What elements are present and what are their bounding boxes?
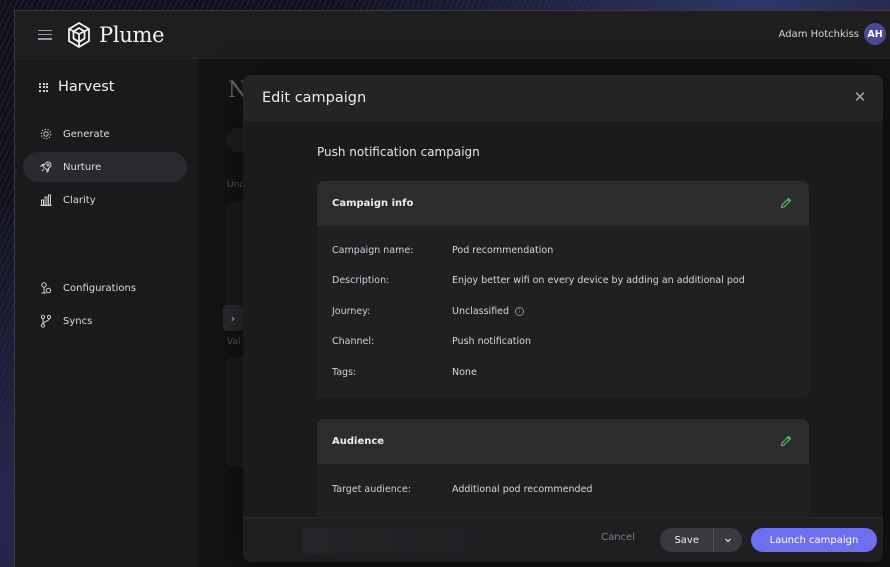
sidebar-item-label: Generate	[63, 128, 110, 140]
save-options-button[interactable]	[714, 528, 742, 552]
background-section-label: Val	[227, 337, 241, 347]
sidebar: Harvest Generate Nurture Clarity Configu…	[15, 59, 198, 567]
card-header: Campaign info	[317, 181, 809, 226]
top-bar: Plume Adam Hotchkiss AH	[15, 11, 890, 59]
product-switcher[interactable]: Harvest	[39, 79, 115, 95]
audience-card: Audience Target audience: Additional pod…	[317, 419, 809, 517]
row-key: Journey:	[332, 306, 371, 317]
sidebar-item-syncs[interactable]: Syncs	[23, 306, 187, 336]
row-value: Pod recommendation	[452, 245, 554, 256]
row-value: Unclassified	[452, 306, 510, 317]
menu-icon[interactable]	[38, 29, 52, 40]
info-row: Tags: None	[332, 367, 477, 378]
section-heading: Push notification campaign	[317, 145, 480, 159]
chevron-down-icon	[725, 538, 731, 543]
footer-blur	[303, 528, 503, 553]
sidebar-item-label: Nurture	[63, 161, 102, 173]
save-split-button: Save	[660, 528, 742, 552]
row-key: Channel:	[332, 336, 375, 347]
cancel-button[interactable]: Cancel	[601, 532, 635, 543]
info-icon[interactable]: i	[515, 307, 525, 316]
launch-campaign-button[interactable]: Launch campaign	[751, 528, 877, 552]
user-name: Adam Hotchkiss	[778, 28, 859, 40]
row-key: Description:	[332, 275, 390, 286]
info-row: Description: Enjoy better wifi on every …	[332, 275, 745, 286]
row-value: Additional pod recommended	[452, 484, 593, 495]
sidebar-item-clarity[interactable]: Clarity	[23, 185, 187, 215]
row-value: Enjoy better wifi on every device by add…	[452, 275, 745, 286]
product-name: Harvest	[58, 79, 115, 95]
chevron-right-icon: ›	[230, 311, 236, 325]
background-section-label: Unc	[227, 180, 245, 190]
sidebar-item-configurations[interactable]: Configurations	[23, 273, 187, 303]
generate-icon	[39, 127, 53, 141]
sidebar-item-label: Clarity	[63, 194, 96, 206]
info-row: Journey: Unclassified i	[332, 306, 525, 317]
info-row: Channel: Push notification	[332, 336, 531, 347]
branch-icon	[39, 314, 53, 328]
campaign-info-card: Campaign info Campaign name: Pod recomme…	[317, 181, 809, 398]
sidebar-item-label: Syncs	[63, 315, 93, 327]
bar-chart-icon	[39, 193, 53, 207]
plume-logo-icon	[68, 21, 90, 48]
row-value: Push notification	[452, 336, 531, 347]
row-key: Campaign name:	[332, 245, 414, 256]
save-button[interactable]: Save	[660, 528, 713, 552]
rocket-icon	[39, 160, 53, 174]
card-header: Audience	[317, 419, 809, 464]
dialog-footer: Cancel Save Launch campaign	[243, 517, 883, 562]
info-row: Target audience: Additional pod recommen…	[332, 484, 592, 495]
row-value-wrap: Unclassified i	[452, 306, 525, 317]
sidebar-item-nurture[interactable]: Nurture	[23, 152, 187, 182]
close-icon[interactable]: ✕	[851, 88, 869, 106]
dialog-header: Edit campaign ✕	[243, 75, 883, 121]
sidebar-item-label: Configurations	[63, 282, 137, 294]
avatar[interactable]: AH	[864, 23, 886, 45]
card-title: Audience	[332, 436, 385, 447]
dialog-body[interactable]: Push notification campaign Campaign info…	[243, 121, 883, 517]
row-key: Tags:	[332, 367, 357, 378]
edit-campaign-dialog: Edit campaign ✕ Push notification campai…	[243, 75, 883, 562]
brand-name: Plume	[99, 22, 165, 47]
card-title: Campaign info	[332, 198, 414, 209]
row-key: Target audience:	[332, 484, 412, 495]
expand-panel-button[interactable]: ›	[223, 305, 243, 331]
brand-logo[interactable]: Plume	[64, 20, 165, 50]
row-value: None	[452, 367, 477, 378]
info-row: Campaign name: Pod recommendation	[332, 245, 553, 256]
pencil-icon[interactable]	[779, 434, 793, 448]
user-menu[interactable]: Adam Hotchkiss AH	[779, 23, 886, 45]
configurations-icon	[39, 281, 53, 295]
dialog-title: Edit campaign	[262, 90, 367, 106]
pencil-icon[interactable]	[779, 196, 793, 210]
sidebar-item-generate[interactable]: Generate	[23, 119, 187, 149]
apps-grid-icon	[39, 82, 48, 92]
app-window: Plume Adam Hotchkiss AH Harvest Generate…	[14, 10, 890, 567]
